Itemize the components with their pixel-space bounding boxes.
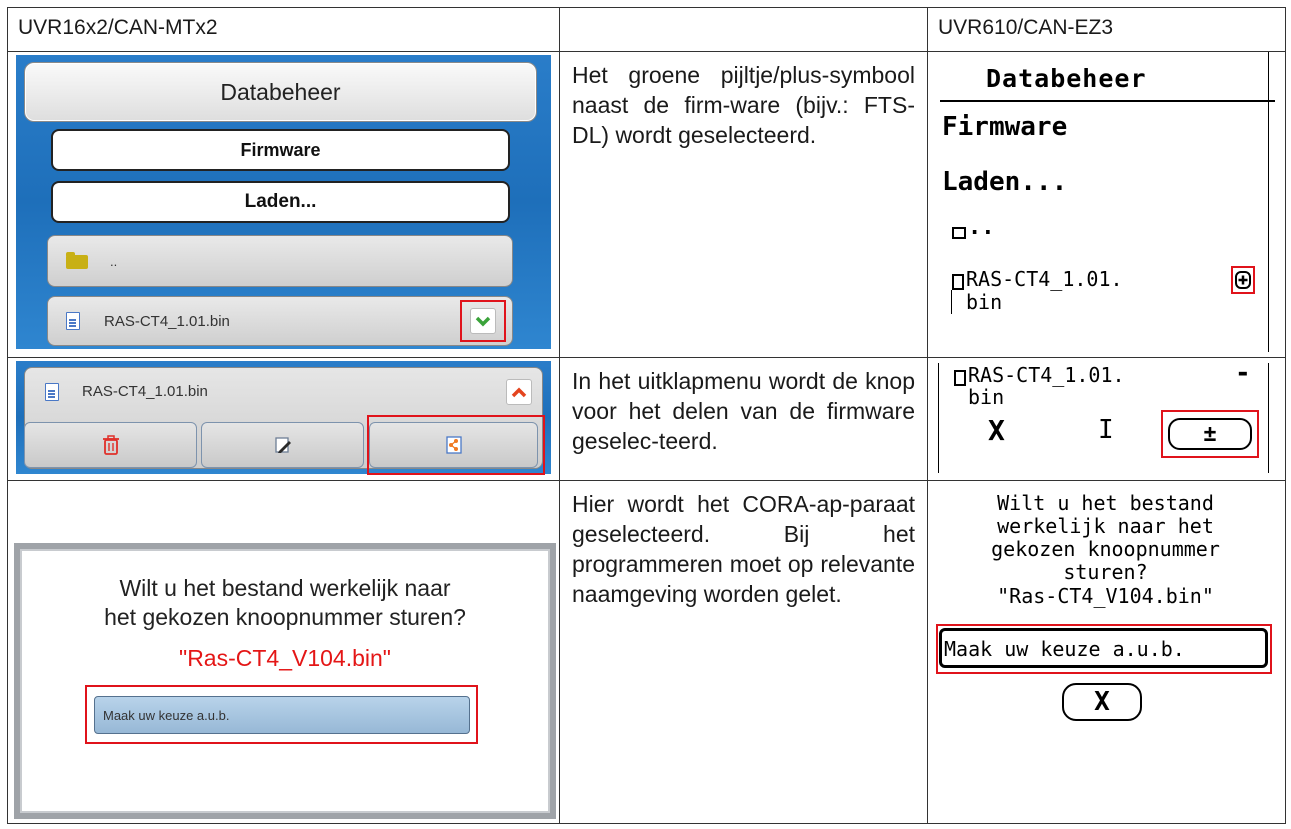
lcd-parent-folder[interactable]: .. bbox=[968, 215, 995, 240]
folder-icon bbox=[66, 252, 88, 269]
lcd-firmware[interactable]: Firmware bbox=[942, 112, 1067, 142]
touch-confirm-dialog: Wilt u het bestand werkelijk naar het ge… bbox=[14, 543, 556, 819]
file-name: RAS-CT4_1.01.bin bbox=[82, 383, 208, 400]
lcd-databeheer: Databeheer Firmware Laden... .. RAS-CT4_… bbox=[928, 52, 1285, 352]
highlight-box bbox=[1161, 410, 1259, 458]
lcd-file-menu: RAS-CT4_1.01. bin - X I ± bbox=[928, 358, 1285, 476]
lcd-title-underline bbox=[940, 100, 1275, 102]
parent-folder-row[interactable]: .. bbox=[47, 235, 513, 287]
delete-button[interactable] bbox=[24, 422, 197, 468]
highlight-box bbox=[460, 300, 506, 342]
lcd-title: Databeheer bbox=[986, 64, 1147, 93]
edit-icon bbox=[274, 437, 291, 453]
header-empty bbox=[559, 7, 928, 52]
firmware-file-row[interactable]: RAS-CT4_1.01.bin bbox=[47, 296, 513, 346]
rename-button[interactable] bbox=[201, 422, 364, 468]
file-icon bbox=[66, 312, 80, 330]
highlight-box bbox=[367, 415, 545, 475]
lcd-question-line2: werkelijk naar het bbox=[997, 514, 1214, 538]
touch-screen-file-menu: RAS-CT4_1.01.bin bbox=[16, 361, 551, 475]
lcd-file-icon bbox=[954, 370, 966, 386]
lcd-question-line1: Wilt u het bestand bbox=[997, 491, 1214, 515]
chevron-up-icon bbox=[511, 387, 527, 398]
lcd-file-line1: RAS-CT4_1.01. bbox=[966, 267, 1123, 291]
highlight-box: Maak uw keuze a.u.b. bbox=[936, 624, 1272, 674]
lcd-collapse[interactable]: - bbox=[1235, 358, 1251, 388]
firmware-button[interactable]: Firmware bbox=[51, 129, 510, 171]
row2-description: In het uitklapmenu wordt de knop voor he… bbox=[559, 357, 928, 481]
lcd-select-field[interactable]: Maak uw keuze a.u.b. bbox=[939, 628, 1268, 668]
dialog-file-name: "Ras-CT4_V104.bin" bbox=[179, 645, 391, 671]
row1-touch-cell: Databeheer Firmware Laden... .. RAS-CT4_… bbox=[7, 51, 560, 358]
touch-screen-databeheer: Databeheer Firmware Laden... .. RAS-CT4_… bbox=[16, 55, 551, 349]
plus-icon bbox=[1235, 271, 1251, 289]
lcd-rename[interactable]: I bbox=[1098, 415, 1114, 445]
lcd-folder-icon bbox=[952, 227, 966, 239]
header-uvr16x2: UVR16x2/CAN-MTx2 bbox=[7, 7, 560, 52]
databeheer-title-button[interactable]: Databeheer bbox=[24, 62, 537, 122]
laden-button[interactable]: Laden... bbox=[51, 181, 510, 223]
lcd-file-name: "Ras-CT4_V104.bin" bbox=[997, 584, 1214, 608]
row2-touch-cell: RAS-CT4_1.01.bin bbox=[7, 357, 560, 481]
dialog-question-line1: Wilt u het bestand werkelijk naar bbox=[119, 575, 451, 601]
expanded-file-panel: RAS-CT4_1.01.bin bbox=[24, 367, 545, 475]
row3-lcd-cell: Wilt u het bestand werkelijk naar het ge… bbox=[927, 480, 1286, 824]
lcd-plus-highlight[interactable] bbox=[1231, 266, 1255, 294]
row2-lcd-cell: RAS-CT4_1.01. bin - X I ± bbox=[927, 357, 1286, 481]
parent-folder-label: .. bbox=[110, 254, 118, 269]
lcd-file-line2: bin bbox=[966, 290, 1003, 314]
lcd-cancel-button[interactable]: X bbox=[1062, 683, 1142, 721]
trash-icon bbox=[102, 435, 119, 455]
lcd-file-icon bbox=[952, 274, 964, 290]
lcd-left-border bbox=[938, 363, 939, 473]
lcd-delete[interactable]: X bbox=[988, 414, 1005, 447]
lcd-right-border bbox=[1268, 363, 1269, 473]
file-icon bbox=[45, 383, 59, 401]
lcd-select-label: Maak uw keuze a.u.b. bbox=[944, 637, 1185, 661]
lcd-question-line3: gekozen knoopnummer bbox=[991, 537, 1220, 561]
lcd-file-line2: bin bbox=[968, 385, 1005, 409]
highlight-box bbox=[85, 685, 478, 744]
header-uvr610: UVR610/CAN-EZ3 bbox=[927, 7, 1286, 52]
dialog-question-line2: het gekozen knoopnummer sturen? bbox=[104, 604, 466, 630]
close-icon: X bbox=[1094, 687, 1110, 717]
lcd-laden[interactable]: Laden... bbox=[942, 167, 1067, 197]
dialog-question: Wilt u het bestand werkelijk naar het ge… bbox=[20, 574, 550, 632]
collapse-chevron-button[interactable] bbox=[506, 379, 532, 405]
lcd-file-line1: RAS-CT4_1.01. bbox=[968, 363, 1125, 387]
row1-description: Het groene pijltje/plus-symbool naast de… bbox=[559, 51, 928, 358]
file-name: RAS-CT4_1.01.bin bbox=[104, 313, 230, 330]
lcd-right-border bbox=[1268, 52, 1269, 352]
lcd-left-tick bbox=[951, 290, 952, 314]
lcd-confirm-dialog: Wilt u het bestand werkelijk naar het ge… bbox=[928, 481, 1285, 819]
lcd-question-line4: sturen? bbox=[1063, 560, 1148, 584]
row1-lcd-cell: Databeheer Firmware Laden... .. RAS-CT4_… bbox=[927, 51, 1286, 358]
row3-description: Hier wordt het CORA-ap-paraat geselectee… bbox=[559, 480, 928, 824]
